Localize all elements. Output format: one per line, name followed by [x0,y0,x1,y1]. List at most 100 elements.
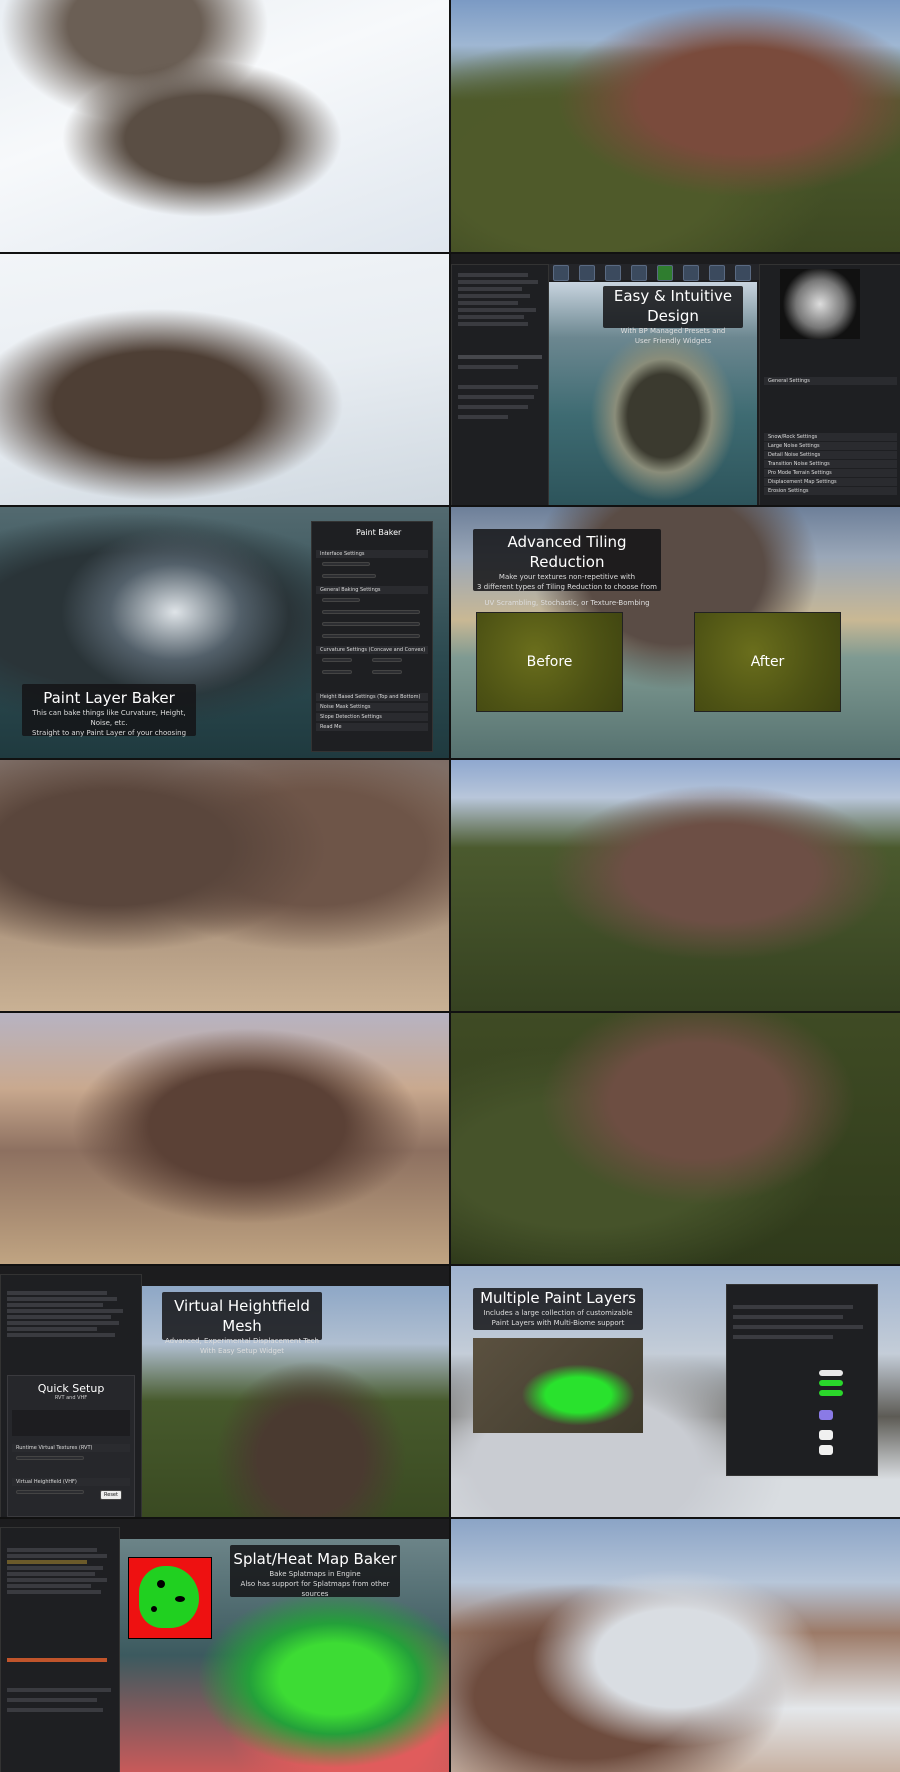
viewport[interactable]: Easy & Intuitive Design With BP Managed … [549,282,757,505]
feature-caption: Paint Layer Baker This can bake things l… [22,684,196,737]
caption-title: Paint Layer Baker [43,689,175,707]
panel-button[interactable] [322,562,370,566]
panel-button[interactable] [322,622,420,626]
settings-section[interactable]: Detail Noise Settings [764,451,897,459]
caption-line: With BP Managed Presets and [620,327,726,335]
feature-caption: Easy & Intuitive Design With BP Managed … [603,286,743,345]
before-sample: Before [476,612,623,712]
rvt-header[interactable]: Runtime Virtual Textures (RVT) [12,1444,130,1452]
value-field[interactable] [372,658,402,662]
paint-baker-view: Paint Baker Interface Settings General B… [0,507,449,758]
grassy-valley-render [451,760,900,1011]
toolbar-button-icon[interactable] [735,265,751,281]
toolbar-button-icon[interactable] [579,265,595,281]
color-swatch[interactable] [819,1380,843,1386]
toolbar-button-icon[interactable] [709,265,725,281]
splatmap-preview [128,1557,212,1639]
value-field[interactable] [322,658,352,662]
settings-section[interactable]: General Settings [764,377,897,385]
quick-setup-subtitle: RVT and VHF [54,1395,88,1401]
toolbar-button-icon[interactable] [657,265,673,281]
outliner-panel [451,264,549,505]
feature-caption: Virtual Heightfield Mesh Advanced, Exper… [162,1292,322,1355]
settings-section[interactable]: Large Noise Settings [764,442,897,450]
feature-caption: Multiple Paint Layers Includes a large c… [473,1288,643,1330]
caption-line: Also has support for Splatmaps from othe… [240,1580,390,1598]
quick-setup-title: Quick Setup [37,1382,105,1395]
panel-button[interactable] [322,634,420,638]
caption-line: Make your textures non-repetitive with [498,573,636,581]
multiple-paint-layers-view: Multiple Paint Layers Includes a large c… [451,1266,900,1517]
vhf-dropdown[interactable] [16,1490,84,1494]
caption-title: Advanced Tiling Reduction [507,533,627,571]
after-sample: After [694,612,841,712]
snowy-range-render [451,1519,900,1772]
reset-button[interactable]: Reset [100,1490,122,1500]
settings-section[interactable]: Curvature Settings (Concave and Convex) [316,646,428,654]
settings-section[interactable]: Read Me [316,723,428,731]
caption-line: Advanced, Experimental Displacement Tech [165,1337,319,1345]
paint-baker-panel: Paint Baker Interface Settings General B… [311,521,433,752]
color-swatch[interactable] [819,1410,833,1420]
caption-line: Straight to any Paint Layer of your choo… [31,729,187,737]
vhf-header[interactable]: Virtual Heightfield (VHF) [12,1478,130,1486]
settings-section[interactable]: Transition Noise Settings [764,460,897,468]
outliner-panel [0,1527,120,1772]
settings-section[interactable]: Displacement Map Settings [764,478,897,486]
settings-section[interactable]: General Baking Settings [316,586,428,594]
desert-canyon-render [0,760,449,1011]
rock-peak-render [0,1013,449,1264]
editor-heatmap: Splat/Heat Map Baker Bake Splatmaps in E… [0,1519,449,1772]
value-field[interactable] [372,670,402,674]
grassy-rock-render [451,0,900,252]
editor-vhm: Quick Setup RVT and VHF Runtime Virtual … [0,1266,449,1517]
paint-layers-preview [473,1338,643,1433]
caption-line: UV Scrambling, Stochastic, or Texture-Bo… [484,599,650,607]
toolbar-button-icon[interactable] [683,265,699,281]
feature-caption: Splat/Heat Map Baker Bake Splatmaps in E… [230,1545,400,1598]
toolbar-button-icon[interactable] [631,265,647,281]
color-swatch[interactable] [819,1430,833,1440]
toolbar-button-icon[interactable] [553,265,569,281]
toolbar-button-icon[interactable] [605,265,621,281]
value-field[interactable] [322,670,352,674]
settings-section[interactable]: Pro Mode Terrain Settings [764,469,897,477]
settings-section[interactable]: Noise Mask Settings [316,703,428,711]
settings-panel: General Settings Snow/Rock Settings Larg… [759,264,900,505]
outliner-panel: Quick Setup RVT and VHF Runtime Virtual … [0,1274,142,1517]
snow-rock-closeup-render [0,254,449,505]
tiling-reduction-view: Advanced Tiling Reduction Make your text… [451,507,900,758]
caption-line: With Easy Setup Widget [199,1347,285,1355]
caption-line: Bake Splatmaps in Engine [269,1570,361,1578]
caption-line: Includes a large collection of customiza… [483,1309,633,1317]
quick-setup-widget: Quick Setup RVT and VHF Runtime Virtual … [7,1375,135,1517]
settings-section[interactable]: Height Based Settings (Top and Bottom) [316,693,428,701]
settings-section[interactable]: Slope Detection Settings [316,713,428,721]
snowy-mountain-render [0,0,449,252]
settings-section[interactable]: Interface Settings [316,550,428,558]
settings-section[interactable]: Erosion Settings [764,487,897,495]
panel-title: Paint Baker [356,528,402,537]
screenshot-collage: Easy & Intuitive Design With BP Managed … [0,0,900,1772]
panel-button[interactable] [322,574,376,578]
caption-title: Virtual Heightfield Mesh [174,1297,310,1335]
panel-dropdown[interactable] [322,598,360,602]
caption-title: Splat/Heat Map Baker [233,1550,397,1568]
rvt-dropdown[interactable] [16,1456,84,1460]
grassy-cliffs-render [451,1013,900,1264]
color-swatch[interactable] [819,1390,843,1396]
editor-easy-design: Easy & Intuitive Design With BP Managed … [451,254,900,505]
viewport[interactable]: Virtual Heightfield Mesh Advanced, Exper… [142,1286,449,1517]
caption-line: This can bake things like Curvature, Hei… [32,709,186,727]
feature-caption: Advanced Tiling Reduction Make your text… [473,529,661,607]
settings-section[interactable]: Snow/Rock Settings [764,433,897,441]
color-swatch[interactable] [819,1445,833,1455]
caption-title: Easy & Intuitive Design [613,287,733,325]
viewport[interactable]: Splat/Heat Map Baker Bake Splatmaps in E… [120,1539,449,1772]
details-panel [726,1284,878,1476]
panel-button[interactable] [322,610,420,614]
caption-line: Paint Layers with Multi-Biome support [491,1319,625,1327]
color-swatch[interactable] [819,1370,843,1376]
caption-line: 3 different types of Tiling Reduction to… [477,583,657,591]
caption-title: Multiple Paint Layers [480,1289,636,1307]
